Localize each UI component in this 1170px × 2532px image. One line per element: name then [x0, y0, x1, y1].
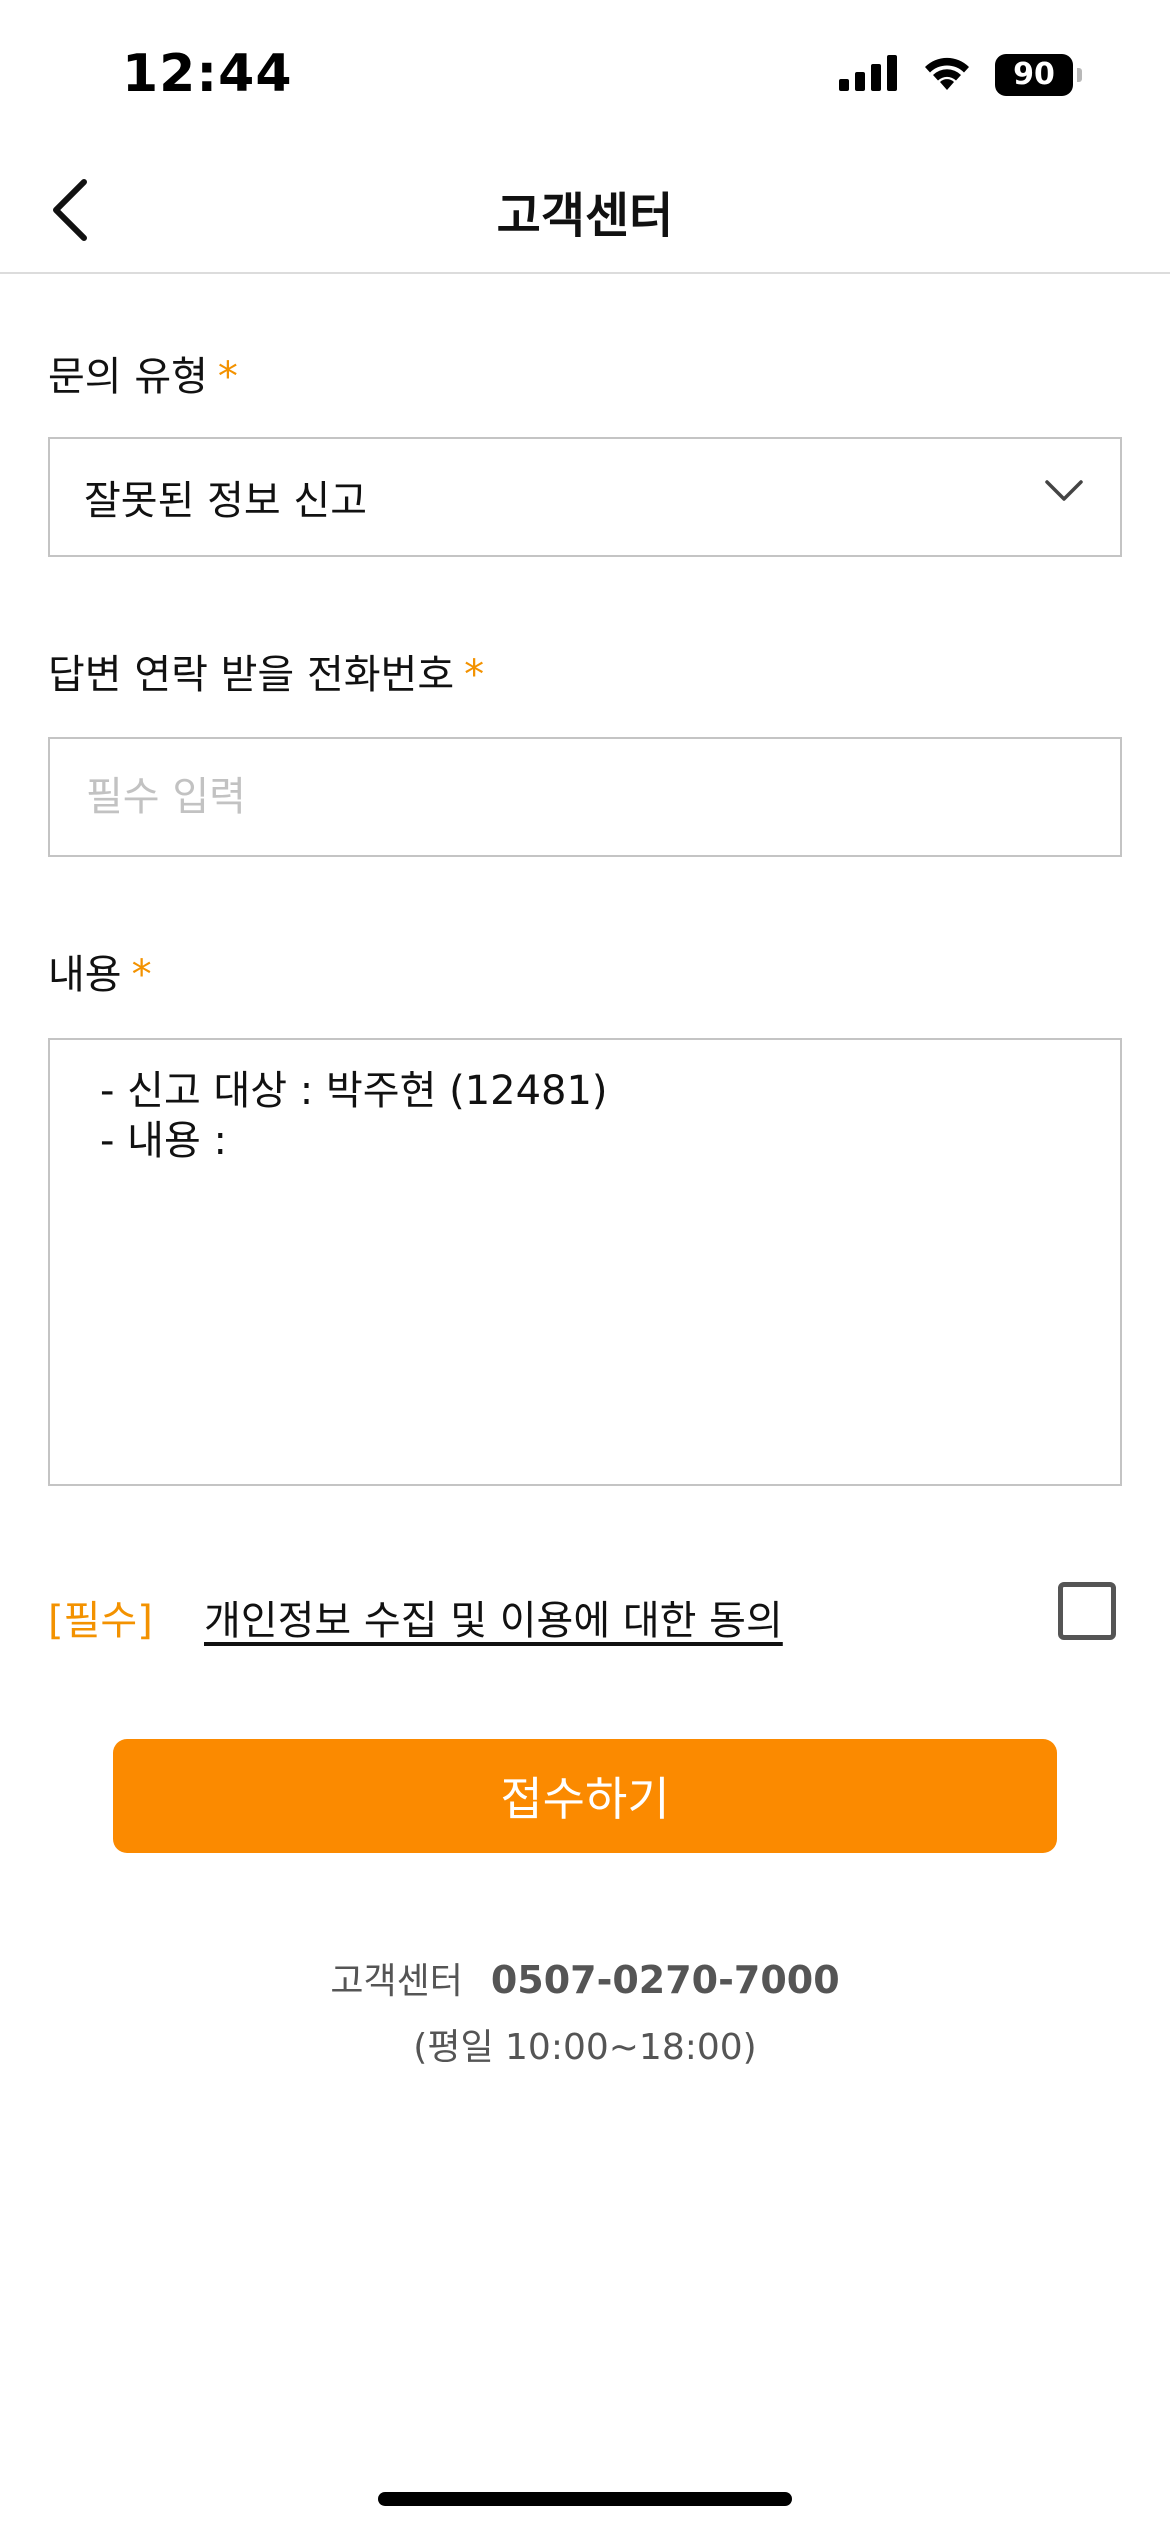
inquiry-type-label: 문의 유형 *: [48, 344, 238, 402]
customer-service-label: 고객센터: [330, 1961, 463, 2002]
consent-required-tag: [필수]: [48, 1598, 153, 1644]
screen: 12:44 90 고객센터 문의 유형 * 잘못된 정보 신고 답변 연락 받을…: [0, 0, 1170, 2532]
phone-label: 답변 연락 받을 전화번호 *: [48, 642, 484, 700]
status-bar: 12:44 90: [0, 0, 1170, 150]
consent-checkbox[interactable]: [1058, 1582, 1116, 1640]
customer-service-hours: (평일 10:00~18:00): [413, 2027, 757, 2068]
required-mark: *: [217, 354, 238, 400]
chevron-down-icon: [1044, 479, 1084, 507]
privacy-consent-link[interactable]: 개인정보 수집 및 이용에 대한 동의: [204, 1588, 783, 1646]
content-textarea[interactable]: - 신고 대상 : 박주현 (12481) - 내용 :: [48, 1038, 1122, 1486]
nav-header: 고객센터: [0, 150, 1170, 274]
status-icons: 90: [839, 54, 1082, 96]
inquiry-type-selected-value: 잘못된 정보 신고: [84, 478, 368, 524]
required-mark: *: [464, 652, 485, 698]
battery-tip: [1077, 68, 1082, 82]
content-label-text: 내용: [48, 952, 122, 998]
battery-level: 90: [1013, 57, 1055, 92]
home-indicator: [378, 2492, 792, 2506]
status-time: 12:44: [122, 44, 293, 104]
content-label: 내용 *: [48, 942, 152, 1000]
phone-input[interactable]: [48, 737, 1122, 857]
battery-icon: 90: [995, 54, 1082, 96]
customer-service-line: 고객센터 0507-0270-7000: [0, 1952, 1170, 2004]
required-mark: *: [131, 952, 152, 998]
battery-body: 90: [995, 54, 1073, 96]
submit-button[interactable]: 접수하기: [113, 1739, 1057, 1853]
inquiry-type-label-text: 문의 유형: [48, 354, 208, 400]
consent-row: [필수] 개인정보 수집 및 이용에 대한 동의: [48, 1580, 1122, 1650]
customer-service-info: 고객센터 0507-0270-7000 (평일 10:00~18:00): [0, 1952, 1170, 2070]
page-title: 고객센터: [496, 188, 674, 244]
phone-label-text: 답변 연락 받을 전화번호: [48, 652, 455, 698]
customer-service-phone[interactable]: 0507-0270-7000: [491, 1958, 840, 2002]
inquiry-type-select[interactable]: 잘못된 정보 신고: [48, 437, 1122, 557]
wifi-icon: [921, 54, 973, 96]
cellular-signal-icon: [839, 55, 899, 95]
